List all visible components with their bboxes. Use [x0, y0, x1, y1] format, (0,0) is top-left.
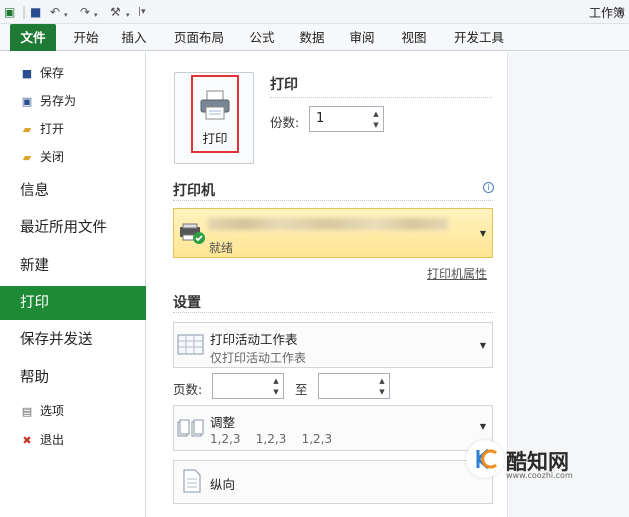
tools-icon[interactable]: ⚒: [110, 4, 121, 20]
worksheet-icon: [177, 334, 204, 355]
options-icon: ▤: [21, 405, 33, 418]
printer-properties-link[interactable]: 打印机属性: [427, 265, 487, 282]
coozhi-logo-icon: [476, 448, 497, 470]
copies-label: 份数:: [270, 115, 300, 130]
printer-name-blurred: [208, 218, 448, 230]
info-icon[interactable]: i: [483, 182, 494, 193]
collate-desc: 1,2,3 1,2,3 1,2,3: [210, 432, 333, 446]
watermark-url: www.coozhi.com: [506, 471, 573, 480]
print-scope-title: 打印活动工作表: [210, 332, 298, 347]
tab-developer[interactable]: 开发工具: [448, 24, 510, 51]
printer-ready-icon: [180, 223, 205, 244]
print-button-label: 打印: [202, 131, 228, 146]
exit-icon: ✖: [22, 434, 32, 447]
divider: [173, 200, 493, 201]
spin-up-icon[interactable]: ▲: [371, 110, 381, 118]
nav-close[interactable]: ▰ 关闭: [20, 147, 64, 167]
printer-icon: [200, 90, 230, 120]
orientation-label: 纵向: [210, 477, 236, 492]
collate-title: 调整: [210, 415, 236, 430]
pages-from-input[interactable]: ▲ ▼: [212, 373, 284, 399]
redo-dropdown-icon[interactable]: ▾: [94, 7, 98, 23]
nav-recent[interactable]: 最近所用文件: [0, 211, 146, 245]
nav-save-send[interactable]: 保存并发送: [0, 323, 146, 357]
nav-exit-label: 退出: [40, 433, 65, 447]
orientation-dropdown[interactable]: 纵向: [173, 460, 493, 504]
collated-pages-icon: [177, 419, 204, 437]
window-title: 工作簿: [588, 6, 625, 20]
copies-value: 1: [316, 111, 325, 126]
nav-options[interactable]: ▤ 选项: [20, 401, 64, 421]
close-folder-icon: ▰: [22, 151, 32, 164]
nav-options-label: 选项: [40, 404, 65, 418]
chevron-down-icon: ▼: [479, 422, 486, 431]
print-scope-desc: 仅打印活动工作表: [210, 351, 307, 365]
nav-save-as-label: 另存为: [40, 94, 77, 108]
nav-save-as[interactable]: ▣ 另存为: [20, 91, 76, 111]
copies-input[interactable]: 1 ▲ ▼: [309, 106, 384, 132]
tab-formulas[interactable]: 公式: [244, 24, 280, 51]
spin-down-icon[interactable]: ▼: [271, 388, 281, 396]
pages-label: 页数:: [173, 382, 203, 397]
nav-open[interactable]: ▰ 打开: [20, 119, 64, 139]
spin-down-icon[interactable]: ▼: [371, 121, 381, 129]
separator: |: [22, 5, 27, 19]
printer-section-title: 打印机: [173, 183, 215, 199]
save-icon[interactable]: ■: [30, 4, 41, 20]
print-button[interactable]: 打印: [174, 72, 254, 164]
pages-to-input[interactable]: ▲ ▼: [318, 373, 390, 399]
spin-up-icon[interactable]: ▲: [377, 377, 387, 385]
spin-down-icon[interactable]: ▼: [377, 388, 387, 396]
tab-view[interactable]: 视图: [396, 24, 432, 51]
tab-insert[interactable]: 插入: [114, 24, 154, 51]
spin-up-icon[interactable]: ▲: [271, 377, 281, 385]
collate-dropdown[interactable]: 调整 1,2,3 1,2,3 1,2,3 ▼: [173, 405, 493, 451]
tab-data[interactable]: 数据: [294, 24, 330, 51]
nav-save-label: 保存: [40, 66, 65, 80]
tab-home[interactable]: 开始: [66, 24, 106, 51]
customize-toolbar-icon[interactable]: |▾: [138, 4, 146, 20]
to-label: 至: [295, 382, 308, 397]
open-folder-icon: ▰: [22, 123, 32, 136]
nav-open-label: 打开: [40, 122, 65, 136]
tab-file[interactable]: 文件: [10, 24, 56, 51]
printer-status: 就绪: [209, 241, 234, 255]
save-as-icon: ▣: [21, 95, 33, 108]
nav-close-label: 关闭: [40, 150, 65, 164]
chevron-down-icon: ▼: [479, 341, 486, 350]
print-scope-dropdown[interactable]: 打印活动工作表 仅打印活动工作表 ▼: [173, 322, 493, 368]
backstage-nav: ■ 保存 ▣ 另存为 ▰ 打开 ▰ 关闭 信息 最近所用文件 新建 打印 保存并发送 帮…: [0, 52, 158, 517]
quick-access-toolbar: ▣ | ■ ↶ ▾ ↷ ▾ ⚒ ▾ |▾ 工作簿: [0, 0, 629, 24]
divider: [270, 97, 492, 98]
nav-help[interactable]: 帮助: [0, 361, 146, 395]
nav-save[interactable]: ■ 保存: [20, 63, 64, 83]
nav-new[interactable]: 新建: [0, 249, 146, 283]
settings-section-title: 设置: [173, 295, 201, 311]
save-icon: ■: [21, 67, 33, 80]
watermark-logo: [466, 440, 504, 478]
undo-icon[interactable]: ↶: [50, 4, 60, 20]
nav-info[interactable]: 信息: [0, 174, 146, 208]
redo-icon[interactable]: ↷: [80, 4, 90, 20]
chevron-down-icon: ▼: [479, 229, 486, 238]
ribbon-tabs: 文件 开始 插入 页面布局 公式 数据 审阅 视图 开发工具: [0, 24, 629, 51]
excel-logo-icon: ▣: [4, 5, 16, 19]
printer-dropdown[interactable]: 就绪 ▼: [173, 208, 493, 258]
nav-exit[interactable]: ✖ 退出: [20, 430, 64, 450]
tab-review[interactable]: 审阅: [344, 24, 380, 51]
print-pane: 打印 打印 份数: 1 ▲ ▼ 打印机 i 就绪 ▼ 打印机属性 设置 打印活动…: [147, 52, 507, 517]
print-heading: 打印: [270, 77, 298, 93]
nav-print[interactable]: 打印: [0, 286, 158, 320]
tab-page-layout[interactable]: 页面布局: [168, 24, 230, 51]
undo-dropdown-icon[interactable]: ▾: [64, 7, 68, 23]
portrait-page-icon: [183, 469, 201, 493]
tools-dropdown-icon[interactable]: ▾: [126, 7, 130, 23]
divider: [173, 312, 493, 313]
